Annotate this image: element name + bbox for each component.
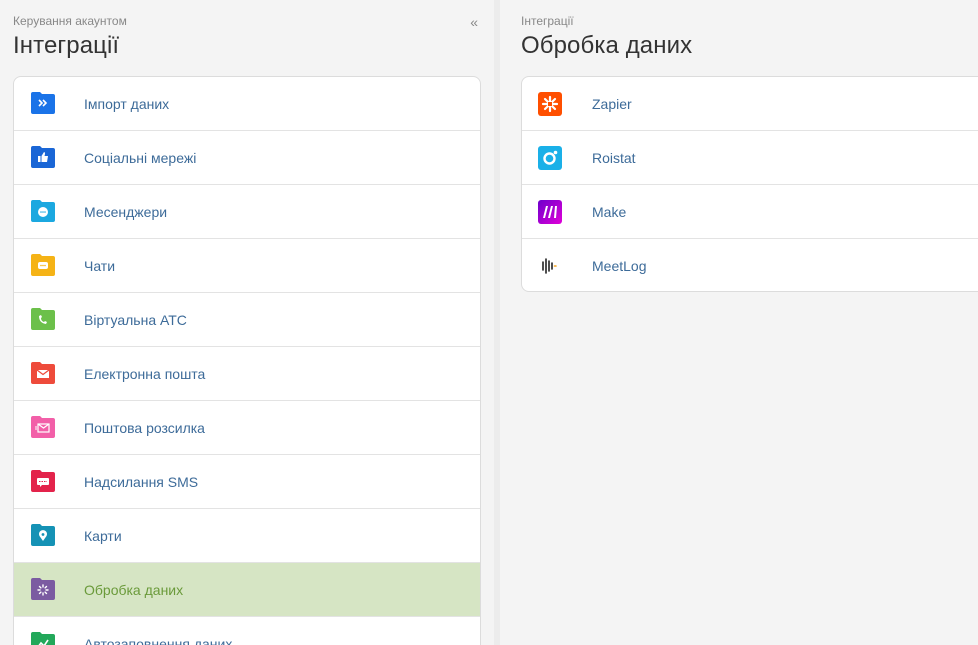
integration-label: Make	[592, 204, 627, 220]
integration-label: Zapier	[592, 96, 632, 112]
autofill-icon	[31, 632, 55, 645]
category-item-chats[interactable]: Чати	[14, 239, 480, 293]
import-icon	[31, 92, 55, 114]
integration-label: MeetLog	[592, 258, 647, 274]
processing-icon	[31, 578, 55, 600]
category-label: Месенджери	[84, 204, 168, 220]
data-processing-pane: Інтеграції Обробка даних Zapier Roistat	[500, 0, 978, 645]
category-label: Електронна пошта	[84, 366, 206, 382]
category-item-sms[interactable]: Надсилання SMS	[14, 455, 480, 509]
category-item-maps[interactable]: Карти	[14, 509, 480, 563]
category-label: Імпорт даних	[84, 96, 170, 112]
social-icon	[31, 146, 55, 168]
category-label: Автозаповнення даних	[84, 636, 233, 645]
integration-categories-list: Імпорт даних Соціальні мережі Месенджери	[13, 76, 481, 645]
page-title: Інтеграції	[13, 32, 120, 59]
category-label: Соціальні мережі	[84, 150, 197, 166]
mail-icon	[31, 362, 55, 384]
integration-item-zapier[interactable]: Zapier	[522, 77, 978, 131]
mailing-icon	[31, 416, 55, 438]
category-item-autofill[interactable]: Автозаповнення даних	[14, 617, 480, 645]
category-item-mailing[interactable]: Поштова розсилка	[14, 401, 480, 455]
category-label: Обробка даних	[84, 582, 184, 598]
meetlog-icon	[542, 258, 557, 274]
integration-label: Roistat	[592, 150, 636, 166]
integration-item-meetlog[interactable]: MeetLog	[522, 239, 978, 291]
roistat-icon	[538, 146, 562, 170]
category-label: Віртуальна АТС	[84, 312, 187, 328]
make-icon	[538, 200, 562, 224]
category-label: Поштова розсилка	[84, 420, 205, 436]
category-label: Карти	[84, 528, 122, 544]
integration-item-roistat[interactable]: Roistat	[522, 131, 978, 185]
breadcrumb[interactable]: Інтеграції	[521, 14, 574, 28]
category-item-social[interactable]: Соціальні мережі	[14, 131, 480, 185]
category-item-virtual-pbx[interactable]: Віртуальна АТС	[14, 293, 480, 347]
chat-icon	[31, 254, 55, 276]
phone-icon	[31, 308, 55, 330]
page-title: Обробка даних	[521, 32, 693, 59]
zapier-icon	[538, 92, 562, 116]
breadcrumb[interactable]: Керування акаунтом	[13, 14, 127, 28]
category-item-data-processing[interactable]: Обробка даних	[14, 563, 480, 617]
collapse-panel-button[interactable]: «	[470, 14, 478, 30]
messenger-icon	[31, 200, 55, 222]
category-label: Чати	[84, 258, 116, 274]
category-label: Надсилання SMS	[84, 474, 199, 490]
map-icon	[31, 524, 55, 546]
category-item-messengers[interactable]: Месенджери	[14, 185, 480, 239]
category-item-email[interactable]: Електронна пошта	[14, 347, 480, 401]
category-item-import[interactable]: Імпорт даних	[14, 77, 480, 131]
integrations-nav-pane: Керування акаунтом Інтеграції « Імпорт д…	[0, 0, 494, 645]
integrations-list: Zapier Roistat Make MeetLog	[521, 76, 978, 292]
integration-item-make[interactable]: Make	[522, 185, 978, 239]
sms-icon	[31, 470, 55, 492]
